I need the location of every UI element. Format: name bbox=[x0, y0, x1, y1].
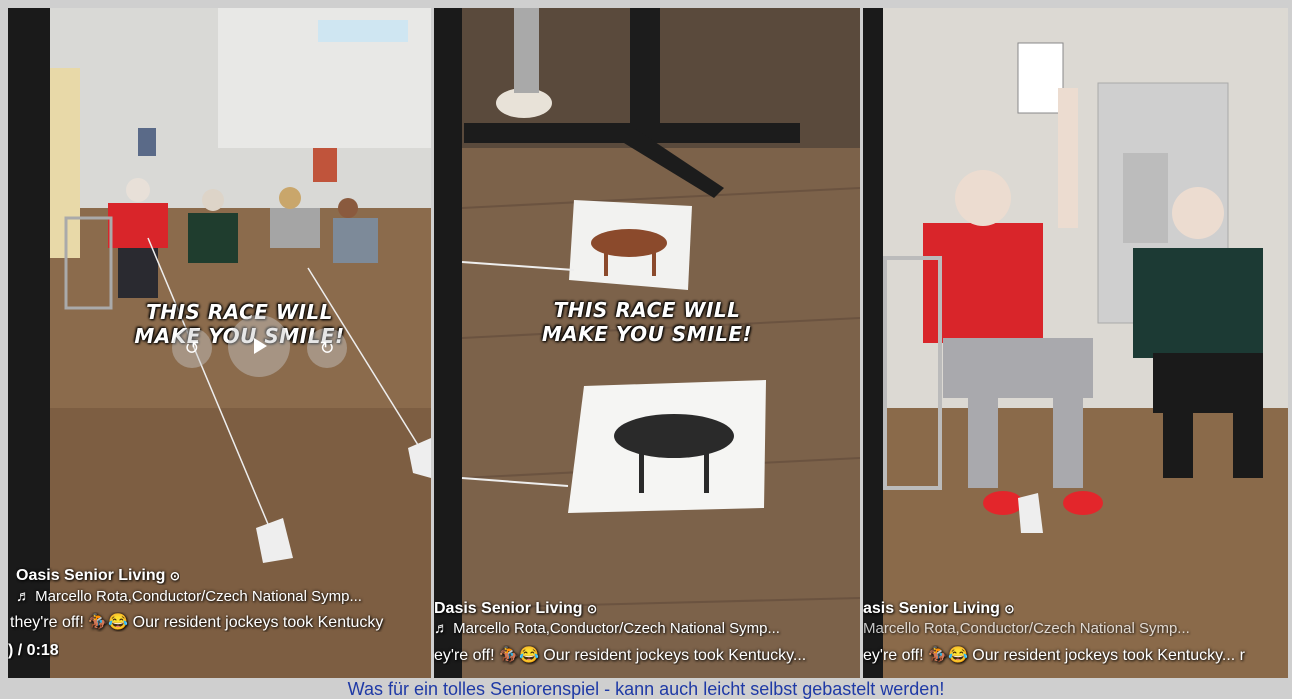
forward-icon: ↻ bbox=[319, 337, 335, 358]
forward-button[interactable]: ↻ bbox=[307, 328, 347, 368]
rewind-button[interactable]: ↺ bbox=[172, 328, 212, 368]
video-panel-middle[interactable]: THIS RACE WILL MAKE YOU SMILE! Dasis Sen… bbox=[434, 8, 860, 678]
video-description[interactable]: ey're off! 🏇😂 Our resident jockeys took … bbox=[434, 645, 860, 665]
verified-badge-icon: ⊙ bbox=[586, 602, 597, 616]
verified-badge-icon: ⊙ bbox=[169, 569, 180, 583]
video-caption-overlay: THIS RACE WILL MAKE YOU SMILE! bbox=[541, 298, 753, 346]
video-description[interactable]: they're off! 🏇😂 Our resident jockeys too… bbox=[10, 612, 431, 632]
horse-card-bottom bbox=[568, 380, 766, 513]
music-credit[interactable]: ♬ Marcello Rota,Conductor/Czech National… bbox=[434, 620, 854, 637]
music-credit[interactable]: Marcello Rota,Conductor/Czech National S… bbox=[863, 620, 1283, 637]
video-frame-right bbox=[863, 8, 1288, 678]
music-credit[interactable]: ♬ Marcello Rota,Conductor/Czech National… bbox=[16, 588, 426, 605]
footer-caption: Was für ein tolles Seniorenspiel - kann … bbox=[347, 679, 945, 699]
rewind-icon: ↺ bbox=[184, 337, 200, 358]
verified-badge-icon: ⊙ bbox=[1004, 602, 1015, 616]
account-name[interactable]: asis Senior Living ⊙ bbox=[863, 600, 1014, 618]
horse-card-top bbox=[569, 200, 692, 290]
video-panel-left[interactable]: THIS RACE WILL MAKE YOU SMILE! ↺ ↻ Oasis… bbox=[8, 8, 431, 678]
play-button[interactable] bbox=[228, 315, 290, 377]
video-time: ) / 0:18 bbox=[8, 642, 59, 659]
account-name[interactable]: Dasis Senior Living ⊙ bbox=[434, 600, 597, 618]
video-description[interactable]: ey're off! 🏇😂 Our resident jockeys took … bbox=[863, 645, 1288, 665]
video-panel-right[interactable]: asis Senior Living ⊙ Marcello Rota,Condu… bbox=[863, 8, 1288, 678]
account-name[interactable]: Oasis Senior Living ⊙ bbox=[16, 567, 180, 585]
play-icon bbox=[254, 338, 267, 354]
